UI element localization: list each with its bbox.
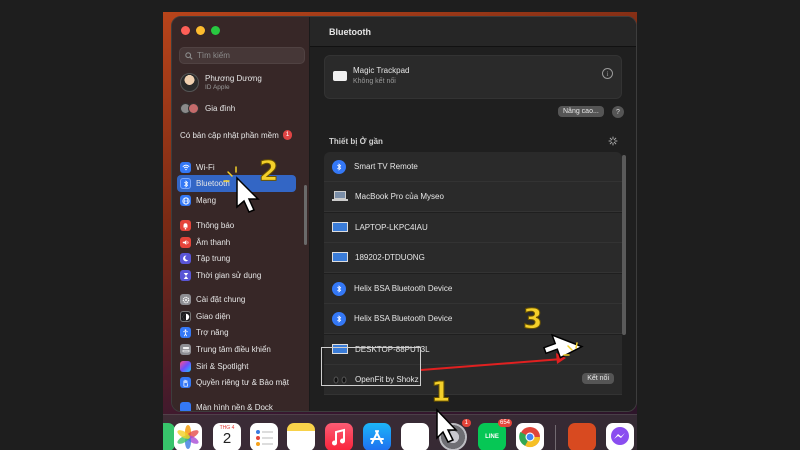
annotation-layer [223,166,584,443]
red-arrow [420,358,563,371]
click-spark-icon [223,166,237,182]
cursor-icon [436,408,458,443]
cursor-icon [236,176,260,213]
